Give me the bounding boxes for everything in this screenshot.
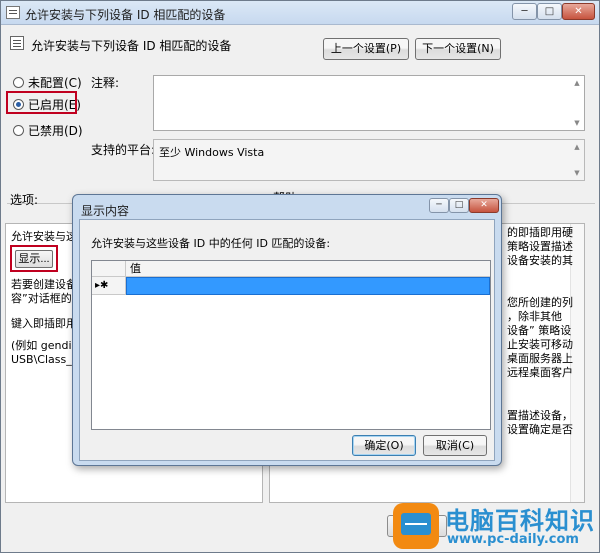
next-setting-button[interactable]: 下一个设置(N)	[415, 38, 501, 60]
value-cell[interactable]	[126, 277, 490, 295]
help-line: 的即插即用硬	[507, 226, 573, 239]
cancel-button[interactable]: 取消(C)	[423, 435, 487, 456]
radio-label: 已禁用(D)	[28, 123, 83, 138]
previous-setting-button[interactable]: 上一个设置(P)	[323, 38, 409, 60]
options-label: 选项:	[10, 193, 39, 207]
platform-field: 至少 Windows Vista ▲ ▼	[153, 139, 585, 181]
scroll-up-icon[interactable]: ▲	[572, 142, 582, 152]
grid-corner	[92, 261, 126, 277]
policy-icon	[6, 6, 20, 19]
option-line: 允许安装与这	[11, 230, 77, 243]
option-line: 若要创建设备	[11, 278, 77, 291]
minimize-icon[interactable]: ─	[429, 198, 449, 213]
highlight-box-show	[10, 245, 58, 272]
logo-icon	[393, 503, 439, 549]
help-line: 远程桌面客户	[507, 366, 573, 379]
help-line: 设置确定是否	[507, 423, 573, 436]
window-titlebar[interactable]: 允许安装与下列设备 ID 相匹配的设备 ─ □ ✕	[1, 1, 599, 25]
platform-value: 至少 Windows Vista	[159, 146, 265, 159]
show-contents-dialog: 显示内容 ─ □ ✕ 允许安装与这些设备 ID 中的任何 ID 匹配的设备: 值…	[72, 194, 502, 466]
help-line: 桌面服务器上	[507, 352, 573, 365]
setting-icon	[10, 36, 24, 50]
close-icon[interactable]: ✕	[562, 3, 595, 20]
highlight-box-enabled	[6, 91, 77, 114]
help-line: 策略设置描述	[507, 240, 573, 253]
option-line: USB\Class_ff	[11, 353, 80, 366]
window-title: 允许安装与下列设备 ID 相匹配的设备	[25, 8, 226, 22]
setting-title: 允许安装与下列设备 ID 相匹配的设备	[31, 39, 232, 53]
site-logo: 电脑百科知识 www.pc-daily.com	[393, 501, 597, 551]
dialog-body: 允许安装与这些设备 ID 中的任何 ID 匹配的设备: 值 ▸✱ 确定(O) 取…	[79, 219, 495, 461]
option-line: (例如 gendis	[11, 339, 78, 352]
radio-button[interactable]	[13, 76, 24, 88]
comment-field[interactable]: ▲ ▼	[153, 75, 585, 131]
scroll-up-icon[interactable]: ▲	[572, 78, 582, 88]
ok-button[interactable]: 确定(O)	[352, 435, 416, 456]
option-line: 容”对话框的	[11, 292, 72, 305]
option-line: 键入即插即用	[11, 317, 77, 330]
help-line: 止安装可移动	[507, 338, 573, 351]
scroll-down-icon[interactable]: ▼	[572, 168, 582, 178]
minimize-icon[interactable]: ─	[512, 3, 537, 20]
help-line: 您所创建的列	[507, 296, 573, 309]
help-line: ，除非其他	[507, 310, 562, 323]
logo-brand: 电脑百科知识	[445, 507, 595, 535]
value-grid[interactable]: 值 ▸✱	[91, 260, 491, 430]
help-line: 置描述设备，	[507, 409, 573, 422]
radio-not-configured[interactable]: 未配置(C)	[13, 74, 82, 90]
close-icon[interactable]: ✕	[469, 198, 499, 213]
dialog-prompt: 允许安装与这些设备 ID 中的任何 ID 匹配的设备:	[91, 237, 331, 250]
scroll-down-icon[interactable]: ▼	[572, 118, 582, 128]
radio-disabled[interactable]: 已禁用(D)	[13, 122, 83, 138]
radio-button[interactable]	[13, 124, 24, 136]
maximize-icon[interactable]: □	[537, 3, 562, 20]
radio-label: 未配置(C)	[28, 75, 82, 90]
maximize-icon[interactable]: □	[449, 198, 469, 213]
dialog-title: 显示内容	[81, 204, 130, 218]
new-row-icon: ▸✱	[92, 277, 126, 295]
help-line: 设备” 策略设	[507, 324, 572, 337]
logo-url: www.pc-daily.com	[447, 532, 579, 547]
comment-label: 注释:	[91, 76, 120, 90]
column-header-value[interactable]: 值	[126, 261, 490, 277]
platform-label: 支持的平台:	[91, 143, 156, 157]
help-line: 设备安装的其	[507, 254, 573, 267]
